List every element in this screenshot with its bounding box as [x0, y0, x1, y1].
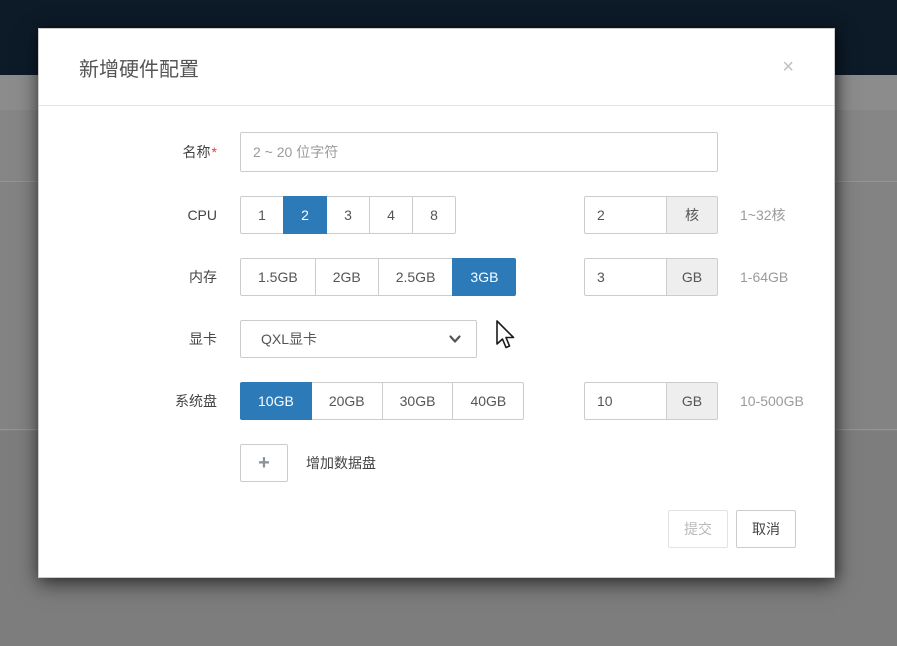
- dialog-body: 名称* CPU 1 2 3 4 8 核 1~32核 内存: [39, 106, 834, 482]
- disk-options-group: 10GB 20GB 30GB 40GB: [240, 382, 524, 420]
- disk-range-hint: 10-500GB: [740, 393, 804, 409]
- add-data-disk-row: + 增加数据盘: [79, 444, 794, 482]
- cancel-button[interactable]: 取消: [736, 510, 796, 548]
- cpu-options-group: 1 2 3 4 8: [240, 196, 456, 234]
- memory-option-2gb[interactable]: 2GB: [315, 258, 379, 296]
- disk-option-30gb[interactable]: 30GB: [382, 382, 454, 420]
- disk-unit-addon: GB: [666, 382, 718, 420]
- memory-range-hint: 1-64GB: [740, 269, 788, 285]
- dialog-header: 新增硬件配置 ×: [39, 29, 834, 106]
- name-row: 名称*: [79, 132, 794, 172]
- memory-size-input[interactable]: [584, 258, 666, 296]
- add-data-disk-button[interactable]: +: [240, 444, 288, 482]
- memory-row: 内存 1.5GB 2GB 2.5GB 3GB GB 1-64GB: [79, 258, 794, 296]
- cpu-label: CPU: [79, 207, 217, 223]
- disk-option-40gb[interactable]: 40GB: [452, 382, 524, 420]
- system-disk-row: 系统盘 10GB 20GB 30GB 40GB GB 10-500GB: [79, 382, 794, 420]
- plus-icon: +: [258, 453, 270, 473]
- memory-option-3gb[interactable]: 3GB: [452, 258, 516, 296]
- memory-value-group: GB: [584, 258, 718, 296]
- disk-size-input[interactable]: [584, 382, 666, 420]
- memory-options-group: 1.5GB 2GB 2.5GB 3GB: [240, 258, 516, 296]
- cpu-value-group: 核: [584, 196, 718, 234]
- disk-value-group: GB: [584, 382, 718, 420]
- gpu-select[interactable]: QXL显卡: [240, 320, 477, 358]
- gpu-label: 显卡: [79, 329, 217, 349]
- cpu-range-hint: 1~32核: [740, 205, 786, 225]
- chevron-down-icon: [448, 332, 462, 346]
- cpu-option-2[interactable]: 2: [283, 196, 327, 234]
- memory-option-1.5gb[interactable]: 1.5GB: [240, 258, 316, 296]
- cpu-option-3[interactable]: 3: [326, 196, 370, 234]
- memory-unit-addon: GB: [666, 258, 718, 296]
- submit-button[interactable]: 提交: [668, 510, 728, 548]
- cpu-count-input[interactable]: [584, 196, 666, 234]
- cpu-option-4[interactable]: 4: [369, 196, 413, 234]
- disk-option-20gb[interactable]: 20GB: [311, 382, 383, 420]
- cpu-unit-addon: 核: [666, 196, 718, 234]
- dialog-footer: 提交 取消: [39, 506, 834, 548]
- disk-option-10gb[interactable]: 10GB: [240, 382, 312, 420]
- name-input[interactable]: [240, 132, 718, 172]
- required-asterisk: *: [212, 144, 217, 160]
- memory-label: 内存: [79, 267, 217, 287]
- system-disk-label: 系统盘: [79, 391, 217, 411]
- cpu-option-1[interactable]: 1: [240, 196, 284, 234]
- memory-option-2.5gb[interactable]: 2.5GB: [378, 258, 454, 296]
- dialog-title: 新增硬件配置: [79, 53, 772, 82]
- add-data-disk-label: 增加数据盘: [306, 453, 376, 473]
- add-hardware-config-dialog: 新增硬件配置 × 名称* CPU 1 2 3 4 8 核: [38, 28, 835, 578]
- gpu-selected-value: QXL显卡: [261, 329, 448, 349]
- cpu-option-8[interactable]: 8: [412, 196, 456, 234]
- cpu-row: CPU 1 2 3 4 8 核 1~32核: [79, 196, 794, 234]
- name-label: 名称*: [79, 142, 217, 162]
- gpu-row: 显卡 QXL显卡: [79, 320, 794, 358]
- close-icon[interactable]: ×: [772, 57, 794, 77]
